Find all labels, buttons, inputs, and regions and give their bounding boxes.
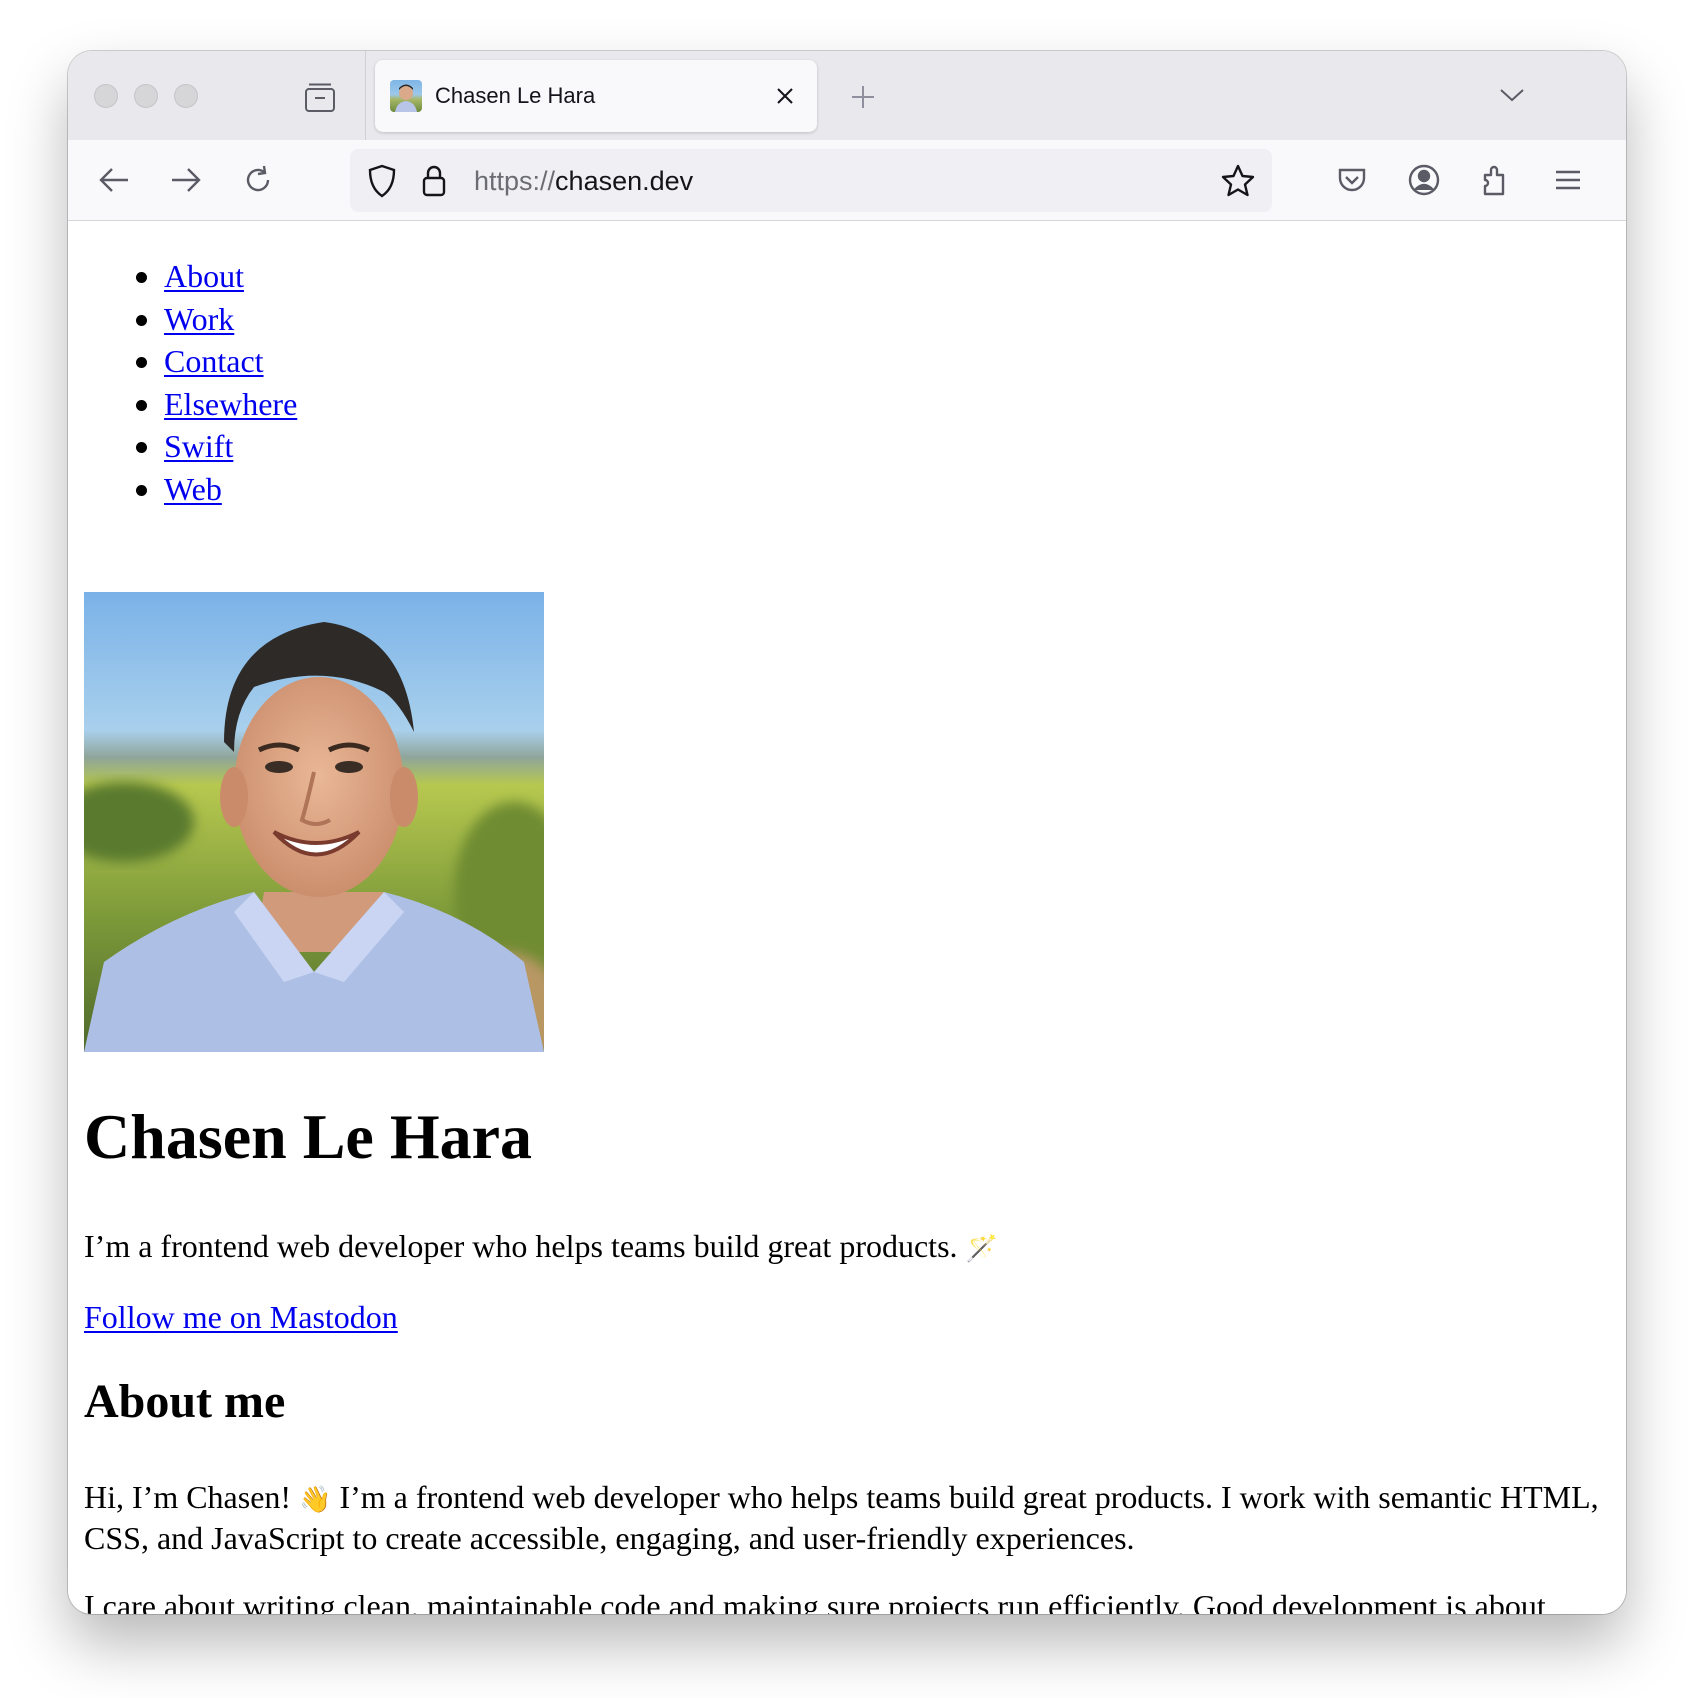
star-icon[interactable] <box>1218 161 1258 201</box>
about-paragraph-1: Hi, I’m Chasen! 👋 I’m a frontend web dev… <box>84 1478 1614 1557</box>
profile-photo <box>84 592 544 1052</box>
window-zoom-button[interactable] <box>174 84 198 108</box>
intro-text: I’m a frontend web developer who helps t… <box>84 1226 998 1269</box>
tab-active[interactable]: Chasen Le Hara <box>375 60 817 132</box>
tab-strip: Chasen Le Hara <box>68 51 1626 140</box>
account-icon[interactable] <box>1402 158 1446 202</box>
nav-item-contact: Contact <box>135 340 297 383</box>
about-heading: About me <box>84 1375 286 1428</box>
magic-wand-icon: 🪄 <box>965 1234 998 1264</box>
site-nav: About Work Contact Elsewhere Swift Web <box>135 255 297 511</box>
nav-link-web[interactable]: Web <box>164 471 222 507</box>
plus-icon[interactable] <box>843 77 883 117</box>
tab-title: Chasen Le Hara <box>435 83 596 108</box>
intro-tagline: I’m a frontend web developer who helps t… <box>84 1228 958 1264</box>
nav-link-swift[interactable]: Swift <box>164 428 233 464</box>
nav-item-web: Web <box>135 468 297 511</box>
close-icon[interactable] <box>767 78 803 114</box>
page-title: Chasen Le Hara <box>84 1101 532 1172</box>
url-scheme: https:// <box>474 166 556 196</box>
lock-icon[interactable] <box>414 161 454 201</box>
menu-icon[interactable] <box>1546 158 1590 202</box>
window-minimize-button[interactable] <box>134 84 158 108</box>
extensions-icon[interactable] <box>1474 158 1518 202</box>
url-bar[interactable]: https://chasen.dev <box>350 149 1272 212</box>
tab-favicon <box>390 80 422 112</box>
nav-item-work: Work <box>135 298 297 341</box>
nav-item-elsewhere: Elsewhere <box>135 383 297 426</box>
nav-link-work[interactable]: Work <box>164 301 234 337</box>
browser-window: Chasen Le Hara https://chasen.dev About … <box>68 51 1626 1614</box>
url-host: chasen.dev <box>555 166 694 196</box>
about-paragraph-2: I care about writing clean, maintainable… <box>84 1588 1546 1614</box>
window-close-button[interactable] <box>94 84 118 108</box>
nav-toolbar: https://chasen.dev <box>68 140 1626 221</box>
chevron-down-icon[interactable] <box>1492 75 1532 115</box>
arrow-right-icon[interactable] <box>164 158 208 202</box>
tab-separator <box>365 51 366 140</box>
nav-link-contact[interactable]: Contact <box>164 343 264 379</box>
nav-link-about[interactable]: About <box>164 258 244 294</box>
about-greeting: Hi, I’m Chasen! <box>84 1479 292 1515</box>
tab-overview-icon[interactable] <box>300 77 340 117</box>
waving-hand-icon: 👋 <box>299 1485 332 1515</box>
reload-icon[interactable] <box>236 158 280 202</box>
url-text[interactable]: https://chasen.dev <box>474 163 693 199</box>
mastodon-link[interactable]: Follow me on Mastodon <box>84 1297 398 1337</box>
arrow-left-icon[interactable] <box>92 158 136 202</box>
page-content: About Work Contact Elsewhere Swift Web C… <box>68 221 1626 1614</box>
nav-item-swift: Swift <box>135 425 297 468</box>
pocket-icon[interactable] <box>1330 158 1374 202</box>
shield-icon[interactable] <box>362 161 402 201</box>
nav-item-about: About <box>135 255 297 298</box>
nav-link-elsewhere[interactable]: Elsewhere <box>164 386 297 422</box>
